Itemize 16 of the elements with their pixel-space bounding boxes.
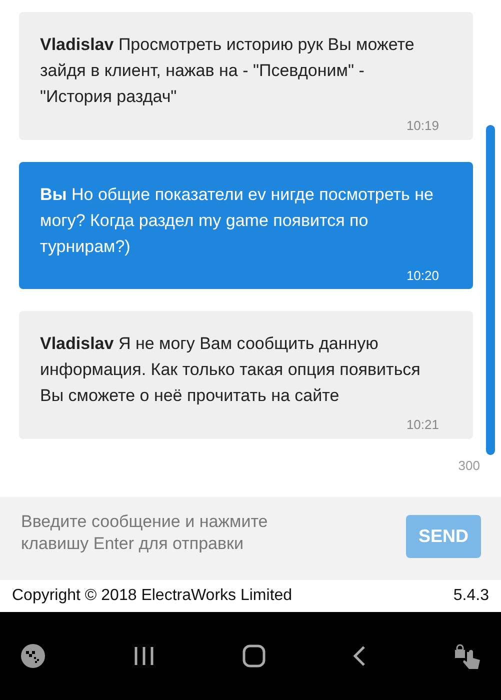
- recent-apps-icon[interactable]: [132, 645, 155, 667]
- message-text: Vladislav Просмотреть историю рук Вы можете зайдя в клиент, нажав на - "Псевдоним" - "История раздач": [40, 34, 416, 108]
- message-time: 10:21: [405, 416, 439, 434]
- scrollbar[interactable]: [486, 125, 495, 455]
- message-input-field[interactable]: Введите сообщение и нажмите клавишу Enter для отправки SEND: [0, 497, 501, 580]
- message-time: 10:19: [405, 117, 439, 135]
- lock-hand-icon[interactable]: [453, 642, 481, 670]
- game-icon[interactable]: [20, 643, 46, 669]
- character-counter: 300: [458, 457, 480, 475]
- copyright-text: Copyright © 2018 ElectraWorks Limited: [12, 586, 292, 606]
- version-text: 5.4.3: [453, 586, 489, 606]
- back-icon[interactable]: [352, 645, 366, 667]
- home-icon[interactable]: [242, 644, 266, 668]
- message-time: 10:20: [405, 266, 439, 284]
- message-text: Вы Но общие показатели ev нигде посмотреть не могу? Когда раздел my game появится по турнирам?): [40, 184, 434, 258]
- message-text: Vladislav Я не могу Вам сообщить данную информация. Как только такая опция появиться Вы сможете о неё прочитать на сайте: [40, 333, 422, 407]
